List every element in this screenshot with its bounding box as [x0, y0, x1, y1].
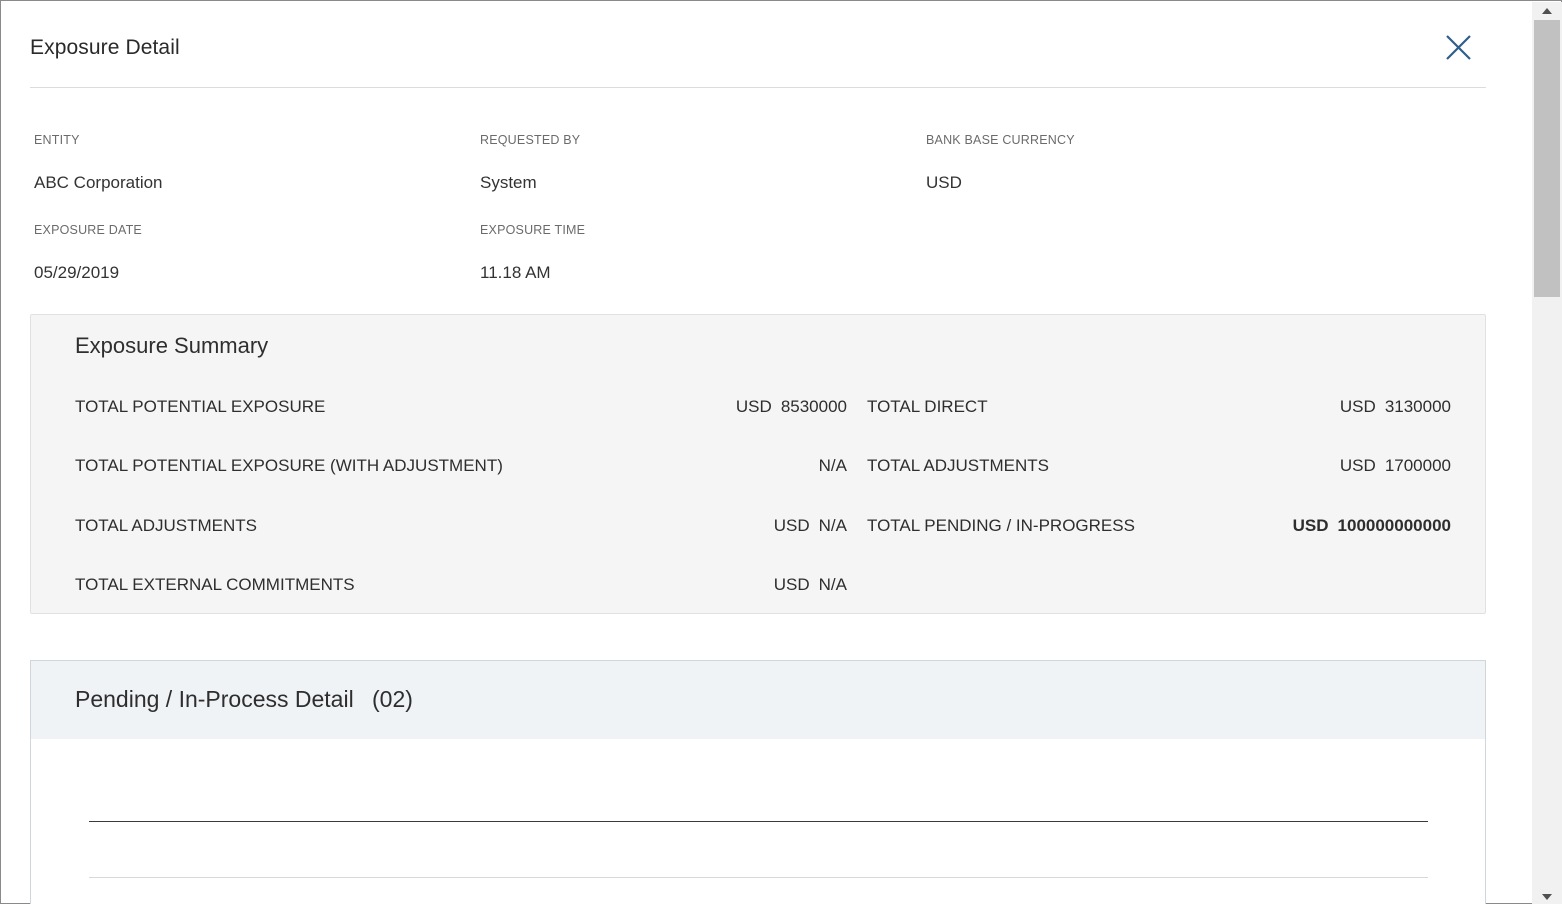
summary-row-amount: 3130000: [1384, 397, 1451, 416]
entity-label: ENTITY: [34, 133, 80, 147]
table-row-divider: [89, 877, 1428, 878]
summary-row-currency: USD: [1339, 456, 1376, 475]
pending-detail-count: (02): [372, 686, 413, 712]
summary-row-label: TOTAL PENDING / IN-PROGRESS: [867, 516, 1135, 535]
summary-row-amount: N/A: [818, 516, 847, 535]
exposure-date-value: 05/29/2019: [34, 263, 120, 282]
close-icon: [1446, 35, 1471, 60]
summary-row-value: USD 8530000: [736, 397, 847, 417]
header-divider: [30, 87, 1486, 88]
requested-by-label: REQUESTED BY: [480, 133, 581, 147]
summary-row-currency: USD: [773, 516, 810, 535]
modal-title: Exposure Detail: [30, 36, 180, 59]
summary-row-currency: USD: [773, 575, 810, 594]
summary-row-currency: USD: [1292, 516, 1329, 535]
scroll-down-button[interactable]: [1540, 890, 1554, 902]
pending-detail-title: Pending / In-Process Detail: [75, 686, 354, 712]
vertical-scrollbar[interactable]: [1532, 2, 1562, 904]
exposure-summary-panel: Exposure Summary TOTAL POTENTIAL EXPOSUR…: [30, 314, 1486, 614]
summary-row-label: TOTAL ADJUSTMENTS: [75, 516, 257, 535]
summary-row-amount: 8530000: [780, 397, 847, 416]
exposure-time-label: EXPOSURE TIME: [480, 223, 586, 237]
summary-row-amount: 100000000000: [1337, 516, 1451, 535]
scrollbar-thumb[interactable]: [1534, 20, 1560, 297]
summary-row-value: N/A: [819, 456, 847, 476]
exposure-date-label: EXPOSURE DATE: [34, 223, 142, 237]
summary-row-value: USD 1700000: [1340, 456, 1451, 476]
summary-row-value: USD N/A: [774, 516, 847, 536]
arrow-down-icon: [1542, 894, 1552, 900]
summary-row-amount: N/A: [818, 456, 847, 475]
close-button[interactable]: [1441, 32, 1475, 66]
pending-detail-panel: Pending / In-Process Detail (02): [30, 660, 1486, 904]
summary-row-amount: N/A: [818, 575, 847, 594]
exposure-detail-modal: Exposure Detail ENTITY ABC Corporation R…: [0, 0, 1562, 904]
entity-value: ABC Corporation: [34, 173, 163, 192]
summary-row-currency: USD: [1339, 397, 1376, 416]
table-header-divider: [89, 821, 1428, 822]
summary-row-label: TOTAL DIRECT: [867, 397, 988, 416]
summary-row-currency: USD: [735, 397, 772, 416]
summary-row-value: USD N/A: [774, 575, 847, 595]
exposure-time-value: 11.18 AM: [480, 263, 551, 282]
pending-detail-header: Pending / In-Process Detail (02): [31, 661, 1485, 739]
scroll-up-button[interactable]: [1540, 4, 1554, 16]
bank-base-currency-label: BANK BASE CURRENCY: [926, 133, 1075, 147]
arrow-up-icon: [1542, 8, 1552, 14]
summary-row-label: TOTAL POTENTIAL EXPOSURE: [75, 397, 326, 416]
summary-row-value: USD 3130000: [1340, 397, 1451, 417]
summary-row-label: TOTAL POTENTIAL EXPOSURE (WITH ADJUSTMEN…: [75, 456, 503, 475]
summary-row-label: TOTAL ADJUSTMENTS: [867, 456, 1049, 475]
summary-row-label: TOTAL EXTERNAL COMMITMENTS: [75, 575, 355, 594]
summary-row-amount: 1700000: [1384, 456, 1451, 475]
summary-row-value: USD 100000000000: [1293, 516, 1451, 536]
exposure-summary-title: Exposure Summary: [75, 333, 269, 358]
requested-by-value: System: [480, 173, 537, 192]
bank-base-currency-value: USD: [926, 173, 962, 192]
